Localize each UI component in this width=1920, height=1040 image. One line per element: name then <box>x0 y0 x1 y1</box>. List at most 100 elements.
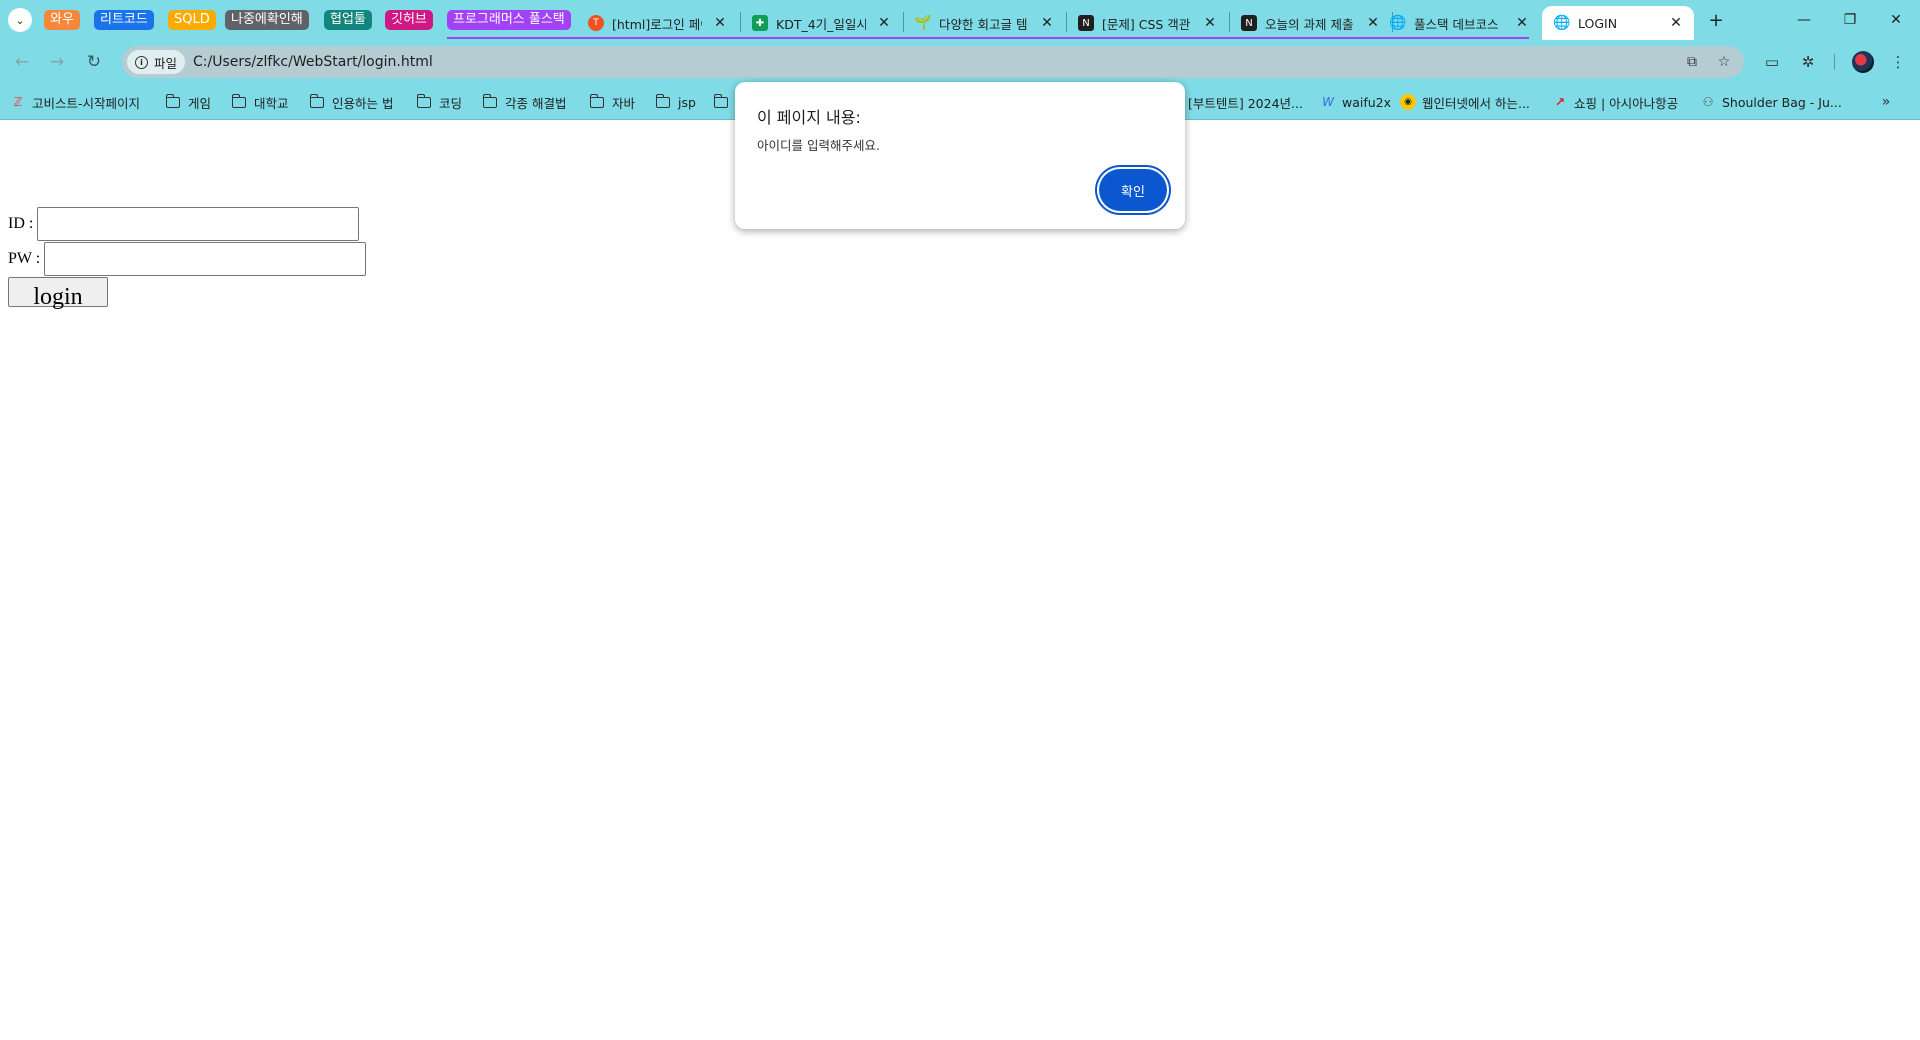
plus-icon: + <box>1708 9 1724 31</box>
tab-title: LOGIN <box>1578 15 1618 31</box>
reload-button[interactable]: ↻ <box>82 50 106 74</box>
back-button[interactable]: ← <box>10 50 34 74</box>
bookmark-item[interactable]: ⚇ Shoulder Bag - Ju... <box>1700 92 1842 112</box>
bookmark-folder[interactable]: 각종 해결법 <box>482 92 567 112</box>
waifu-icon: W <box>1322 95 1334 109</box>
bookmark-item[interactable]: ℤ 고비스트-시작페이지 <box>10 92 140 112</box>
tab-fullstack-devcourse[interactable]: 🌐 풀스택 데브코스 ✕ <box>1378 6 1540 40</box>
bookmark-star-icon[interactable]: ☆ <box>1712 50 1736 74</box>
url-text[interactable]: C:/Users/zlfkc/WebStart/login.html <box>193 54 433 70</box>
folder-icon <box>713 93 728 108</box>
login-button[interactable]: login <box>8 277 108 310</box>
tab-search-button[interactable]: ⌄ <box>8 8 32 32</box>
asiana-icon: ↗ <box>1554 95 1566 109</box>
address-bar[interactable]: i 파일 C:/Users/zlfkc/WebStart/login.html … <box>122 46 1744 78</box>
tab-group-collab[interactable]: 협업툴 <box>324 10 372 30</box>
arrow-right-icon: → <box>49 52 65 72</box>
restore-icon: ❐ <box>1843 12 1857 28</box>
tab-group-sqld[interactable]: SQLD <box>168 10 216 30</box>
bookmark-item[interactable]: [부트텐트] 2024년... <box>1188 92 1303 112</box>
tab-login-active[interactable]: 🌐 LOGIN ✕ <box>1542 6 1694 40</box>
minimize-icon: — <box>1797 12 1811 28</box>
bookmark-folder[interactable]: 게임 <box>165 92 212 112</box>
cast-icon[interactable]: ▭ <box>1760 50 1784 74</box>
folder-icon <box>655 93 670 108</box>
globe-icon: 🌐 <box>1553 15 1571 31</box>
bookmark-item[interactable]: ◉ 웹인터넷에서 하는... <box>1400 92 1530 112</box>
close-icon[interactable]: ✕ <box>1512 13 1532 33</box>
tab-title: KDT_4기_일일시 <box>776 16 866 32</box>
minimize-button[interactable]: — <box>1786 8 1822 32</box>
dialog-message: 아이디를 입력해주세요. <box>757 138 880 153</box>
bookmark-item[interactable]: ↗ 쇼핑 | 아시아나항공 <box>1552 92 1678 112</box>
bookmark-label: 웹인터넷에서 하는... <box>1422 95 1530 111</box>
close-icon[interactable]: ✕ <box>710 13 730 33</box>
close-icon[interactable]: ✕ <box>1200 13 1220 33</box>
tab-title: 풀스택 데브코스 <box>1414 16 1499 32</box>
extensions-icon[interactable]: ✲ <box>1796 50 1820 74</box>
webtoon-icon: ◉ <box>1400 94 1416 110</box>
globe-icon: 🌐 <box>1389 15 1407 31</box>
bookmark-folder[interactable]: 인용하는 법 <box>309 92 393 112</box>
tab-title: 다양한 회고글 템 <box>939 16 1028 32</box>
tab-todays-assignment[interactable]: N 오늘의 과제 제출 ✕ <box>1229 6 1391 40</box>
translate-icon[interactable]: ⧉ <box>1680 50 1704 74</box>
folder-icon <box>309 93 324 108</box>
folder-icon <box>482 93 497 108</box>
restore-button[interactable]: ❐ <box>1832 8 1868 32</box>
bookmark-label: waifu2x <box>1342 94 1392 110</box>
tab-kdt-sheet[interactable]: ✚ KDT_4기_일일시 ✕ <box>740 6 902 40</box>
zum-icon: ℤ <box>13 95 23 109</box>
tab-group-wow[interactable]: 와우 <box>44 10 80 30</box>
info-icon: i <box>135 55 148 69</box>
bookmark-label: 각종 해결법 <box>505 95 567 111</box>
id-input[interactable] <box>37 207 360 241</box>
close-window-button[interactable]: ✕ <box>1878 8 1914 32</box>
ok-button[interactable]: 확인 <box>1099 169 1167 211</box>
tab-login-page-tistory[interactable]: T [html]로그인 페이 ✕ <box>576 6 738 40</box>
bookmarks-overflow-button[interactable]: » <box>1874 90 1898 114</box>
double-chevron-right-icon: » <box>1881 94 1891 110</box>
new-tab-button[interactable]: + <box>1704 8 1728 32</box>
bookmark-folder[interactable]: jsp <box>655 92 696 112</box>
pw-input[interactable] <box>44 242 367 276</box>
tab-title: [문제] CSS 객관 <box>1102 16 1191 32</box>
tab-title: [html]로그인 페이 <box>612 16 702 32</box>
bookmark-label: 대학교 <box>254 95 289 111</box>
folder-icon <box>165 93 180 108</box>
tab-strip: ⌄ 와우 리트코드 SQLD 나중에확인해 협업툴 깃허브 프로그래머스 풀스택… <box>0 0 1920 40</box>
bookmark-folder[interactable]: 코딩 <box>416 92 462 112</box>
tab-group-leetcode[interactable]: 리트코드 <box>94 10 154 30</box>
site-info-chip[interactable]: i 파일 <box>127 50 186 74</box>
bookmark-label: 쇼핑 | 아시아나항공 <box>1574 95 1679 111</box>
tistory-icon: T <box>588 15 604 31</box>
bookmark-label: Shoulder Bag - Ju... <box>1722 94 1842 110</box>
tab-group-later[interactable]: 나중에확인해 <box>225 10 309 30</box>
bookmark-folder[interactable] <box>713 92 736 112</box>
bookmark-label: jsp <box>678 94 696 110</box>
bookmark-item[interactable]: Wwaifu2x <box>1320 92 1391 112</box>
bookmark-folder[interactable]: 자바 <box>589 92 635 112</box>
toolbar-separator <box>1834 54 1835 70</box>
forward-button[interactable]: → <box>45 50 69 74</box>
close-icon[interactable]: ✕ <box>874 13 894 33</box>
close-icon[interactable]: ✕ <box>1666 13 1686 33</box>
sprout-icon: 🌱 <box>914 15 932 31</box>
tab-css-quiz[interactable]: N [문제] CSS 객관 ✕ <box>1066 6 1228 40</box>
bookmark-label: 게임 <box>188 95 212 111</box>
folder-icon <box>589 93 604 108</box>
pw-label: PW : <box>8 250 41 267</box>
close-icon[interactable]: ✕ <box>1037 13 1057 33</box>
page-content: ID : PW : login <box>0 121 1920 1040</box>
tab-group-programmers[interactable]: 프로그래머스 풀스택 <box>447 10 571 30</box>
tab-group-github[interactable]: 깃허브 <box>385 10 433 30</box>
bookmark-label: 고비스트-시작페이지 <box>32 95 141 111</box>
profile-avatar[interactable] <box>1852 51 1874 73</box>
id-row: ID : <box>8 207 360 241</box>
tab-retrospective[interactable]: 🌱 다양한 회고글 템 ✕ <box>903 6 1065 40</box>
bookmark-folder[interactable]: 대학교 <box>231 92 289 112</box>
menu-kebab-icon[interactable]: ⋮ <box>1886 50 1910 74</box>
folder-icon <box>416 93 431 108</box>
sheets-icon: ✚ <box>752 15 768 31</box>
bag-icon: ⚇ <box>1702 95 1714 109</box>
